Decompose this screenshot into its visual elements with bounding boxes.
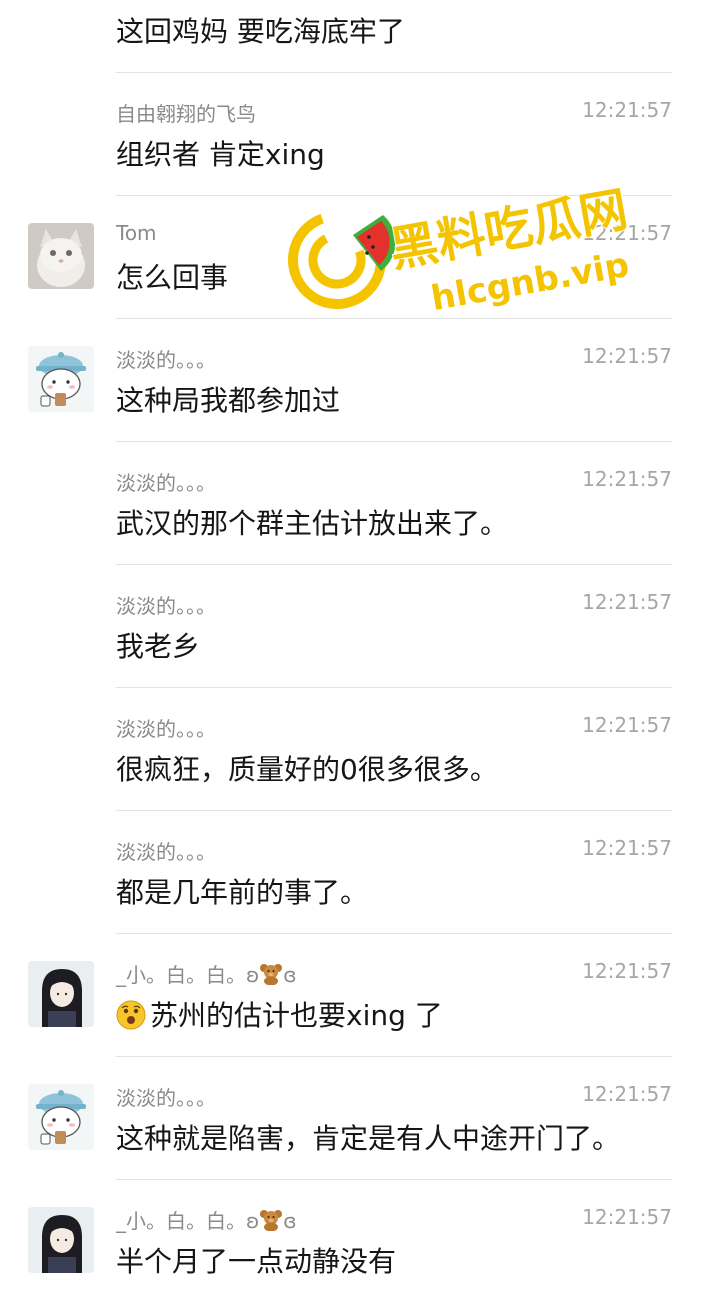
girl-avatar[interactable] <box>28 1207 94 1273</box>
sender-name[interactable]: 淡淡的。。。 <box>116 590 216 619</box>
message-time: 12:21:57 <box>582 344 672 368</box>
message-text: 组织者 肯定xing <box>116 138 325 171</box>
sender-name[interactable]: 淡淡的。。。 <box>116 713 216 742</box>
message-time: 12:21:57 <box>582 467 672 491</box>
message-text: 怎么回事 <box>116 261 229 294</box>
message-text: 这回鸡妈 要吃海底牢了 <box>116 15 405 48</box>
message-text: 半个月了一点动静没有 <box>116 1245 397 1278</box>
sender-name[interactable]: 淡淡的。。。 <box>116 467 216 496</box>
sender-name[interactable]: 自由翱翔的飞鸟 <box>116 98 256 127</box>
message-item[interactable]: 这回鸡妈 要吃海底牢了 <box>0 0 703 73</box>
shocked-emoji-icon <box>116 1000 146 1037</box>
girl-avatar[interactable] <box>28 961 94 1027</box>
sender-name[interactable]: 淡淡的。。。 <box>116 1082 216 1111</box>
message-time: 12:21:57 <box>582 221 672 245</box>
message-item[interactable]: 淡淡的。。。 12:21:57 我老乡 <box>0 565 703 688</box>
message-item[interactable]: 淡淡的。。。 12:21:57 武汉的那个群主估计放出来了。 <box>0 442 703 565</box>
message-text: 都是几年前的事了。 <box>116 876 369 909</box>
message-text: 这种就是陷害，肯定是有人中途开门了。 <box>116 1122 621 1155</box>
message-item[interactable]: 自由翱翔的飞鸟 12:21:57 组织者 肯定xing <box>0 73 703 196</box>
sender-name[interactable]: _小。白。白。ʚ ɞ <box>116 1205 297 1236</box>
sender-name[interactable]: Tom <box>116 221 157 245</box>
message-text: 苏州的估计也要xing 了 <box>116 994 443 1037</box>
message-time: 12:21:57 <box>582 590 672 614</box>
message-time: 12:21:57 <box>582 836 672 860</box>
bear-hat-avatar[interactable] <box>28 1084 94 1150</box>
message-item[interactable]: _小。白。白。ʚ ɞ 12:21:57 半个月了一点动静没有 <box>0 1180 703 1303</box>
message-item[interactable]: 淡淡的。。。 12:21:57 都是几年前的事了。 <box>0 811 703 934</box>
cat-avatar[interactable] <box>28 223 94 289</box>
message-time: 12:21:57 <box>582 713 672 737</box>
message-time: 12:21:57 <box>582 1205 672 1229</box>
message-item[interactable]: 淡淡的。。。 12:21:57 很疯狂，质量好的0很多很多。 <box>0 688 703 811</box>
message-text: 这种局我都参加过 <box>116 384 341 417</box>
message-text: 我老乡 <box>116 630 201 663</box>
teddy-bear-icon <box>259 963 283 990</box>
message-item[interactable]: Tom 12:21:57 怎么回事 <box>0 196 703 319</box>
message-time: 12:21:57 <box>582 1082 672 1106</box>
sender-name[interactable]: _小。白。白。ʚ ɞ <box>116 959 297 990</box>
message-text: 武汉的那个群主估计放出来了。 <box>116 507 509 540</box>
message-time: 12:21:57 <box>582 98 672 122</box>
message-item[interactable]: _小。白。白。ʚ ɞ 12:21:57 苏州的估计也要xing 了 <box>0 934 703 1057</box>
sender-name[interactable]: 淡淡的。。。 <box>116 344 216 373</box>
message-item[interactable]: 淡淡的。。。 12:21:57 这种就是陷害，肯定是有人中途开门了。 <box>0 1057 703 1180</box>
message-item[interactable]: 淡淡的。。。 12:21:57 这种局我都参加过 <box>0 319 703 442</box>
bear-hat-avatar[interactable] <box>28 346 94 412</box>
sender-name[interactable]: 淡淡的。。。 <box>116 836 216 865</box>
teddy-bear-icon <box>259 1209 283 1236</box>
message-time: 12:21:57 <box>582 959 672 983</box>
message-text: 很疯狂，质量好的0很多很多。 <box>116 753 498 786</box>
